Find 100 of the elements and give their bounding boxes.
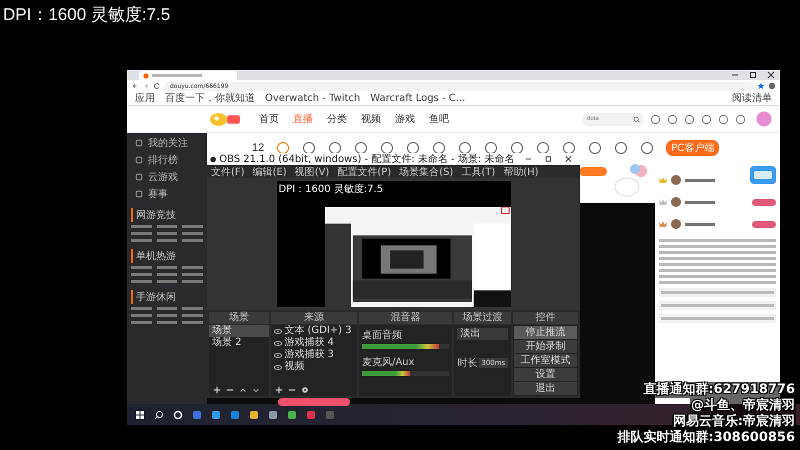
profile-icon[interactable] — [768, 82, 776, 90]
blurred-line — [156, 273, 178, 276]
settings-icon[interactable] — [301, 386, 310, 394]
add-icon[interactable] — [275, 386, 284, 394]
category-icon[interactable] — [302, 141, 316, 155]
eye-icon[interactable] — [274, 352, 282, 358]
nav-link[interactable]: 鱼吧 — [429, 112, 449, 126]
add-icon[interactable] — [213, 386, 221, 394]
reading-list[interactable]: 阅读清单 — [732, 92, 772, 104]
nav-link[interactable]: 分类 — [327, 112, 347, 126]
blurred-line — [685, 200, 715, 204]
duration-label: 时长 — [457, 356, 478, 370]
blurred-line — [156, 239, 178, 242]
overlay-caption: DPI：1600 灵敏度:7.5 — [3, 4, 170, 26]
ring-icon[interactable] — [173, 410, 183, 420]
category-icon[interactable] — [562, 141, 576, 155]
menu-item[interactable]: 编辑(E) — [252, 164, 287, 178]
menu-item[interactable]: 场景集合(S) — [399, 164, 454, 178]
blurred-line — [182, 239, 203, 242]
header-icon[interactable] — [718, 114, 729, 124]
source-item[interactable]: 游戏捕获 4 — [271, 337, 357, 349]
search-icon[interactable] — [154, 410, 164, 420]
blurred-line — [156, 225, 178, 228]
windows-start-icon[interactable] — [135, 410, 145, 420]
eye-icon[interactable] — [274, 340, 282, 346]
blurred-line — [131, 225, 152, 228]
scene-item[interactable]: 场景 — [209, 325, 270, 337]
star-icon[interactable] — [757, 82, 765, 90]
transition-select[interactable]: 淡出 — [457, 328, 508, 340]
eye-icon[interactable] — [274, 328, 282, 334]
blurred-line — [156, 321, 178, 324]
menu-item[interactable]: 视图(V) — [294, 164, 330, 178]
header-icon[interactable] — [735, 114, 746, 124]
fish-logo-icon[interactable] — [209, 112, 241, 126]
control-button[interactable]: 开始录制 — [514, 340, 577, 353]
category-icon[interactable] — [640, 141, 654, 155]
source-item[interactable]: 游戏捕获 3 — [271, 349, 357, 361]
source-item[interactable]: 视频 — [271, 361, 357, 373]
bookmark[interactable]: Warcraft Logs - C... — [370, 92, 466, 104]
obs-logo-icon — [210, 156, 216, 162]
blurred-line — [182, 273, 203, 276]
sidebar-item[interactable]: 云游戏 — [131, 169, 203, 184]
eye-icon[interactable] — [274, 364, 282, 370]
scene-item[interactable]: 场景 2 — [209, 337, 270, 349]
category-icon[interactable] — [484, 141, 498, 155]
control-button[interactable]: 工作室模式 — [514, 354, 577, 367]
category-icon[interactable] — [406, 141, 420, 155]
down-icon[interactable] — [252, 386, 260, 394]
blurred-line — [182, 280, 203, 283]
close-icon[interactable] — [766, 70, 776, 80]
sidebar-item[interactable]: 赛事 — [131, 186, 203, 201]
nav-link[interactable]: 首页 — [259, 112, 279, 126]
control-button[interactable]: 退出 — [514, 382, 577, 395]
follow-button[interactable] — [579, 167, 607, 176]
sidebar-item[interactable]: 排行榜 — [131, 152, 203, 167]
header-icon[interactable] — [667, 114, 678, 124]
close-icon[interactable] — [564, 154, 574, 164]
blurred-line — [131, 307, 152, 310]
blurred-line — [685, 222, 715, 226]
back-icon[interactable] — [131, 82, 139, 90]
avatar — [671, 219, 681, 229]
maximize-icon[interactable] — [748, 70, 758, 80]
reload-icon[interactable] — [153, 82, 161, 90]
menu-item[interactable]: 帮助(H) — [503, 164, 539, 178]
blurred-line — [182, 225, 203, 228]
bookmark[interactable]: 应用 — [135, 92, 155, 104]
category-icon[interactable] — [536, 141, 550, 155]
header-icon[interactable] — [650, 114, 661, 124]
crown-icon — [659, 220, 667, 228]
menu-item[interactable]: 工具(T) — [461, 164, 496, 178]
control-button[interactable]: 停止推流 — [514, 326, 577, 339]
menu-item[interactable]: 配置文件(P) — [337, 164, 392, 178]
category-icon[interactable] — [588, 141, 602, 155]
sidebar-item[interactable]: 我的关注 — [131, 135, 203, 150]
overlay-caption: 排队实时通知群:308600856 — [616, 430, 796, 446]
blurred-line — [182, 307, 203, 310]
nav-link[interactable]: 视频 — [361, 112, 381, 126]
header-icon[interactable] — [701, 114, 712, 124]
category-icon[interactable] — [276, 141, 290, 155]
category-icon[interactable] — [432, 141, 446, 155]
blurred-line — [156, 280, 178, 283]
category-icon[interactable] — [328, 141, 342, 155]
bookmark[interactable]: Overwatch - Twitch — [265, 92, 360, 104]
category-icon[interactable] — [458, 141, 472, 155]
header-icon[interactable] — [684, 114, 695, 124]
menu-item[interactable]: 文件(F) — [211, 164, 245, 178]
category-icon[interactable] — [510, 141, 524, 155]
category-icon[interactable] — [380, 141, 394, 155]
category-icon[interactable] — [614, 141, 628, 155]
category-icon[interactable] — [354, 141, 368, 155]
blurred-line — [182, 321, 203, 324]
task-badge-icon[interactable] — [748, 163, 778, 187]
maximize-icon[interactable] — [544, 154, 554, 164]
rank-badge — [752, 220, 776, 228]
up-icon[interactable] — [239, 386, 247, 394]
control-button[interactable]: 设置 — [514, 368, 577, 381]
bookmark[interactable]: 百度一下，你就知道 — [165, 92, 255, 104]
nav-link[interactable]: 游戏 — [395, 112, 415, 126]
crown-icon — [659, 176, 667, 184]
blurred-line — [131, 280, 152, 283]
